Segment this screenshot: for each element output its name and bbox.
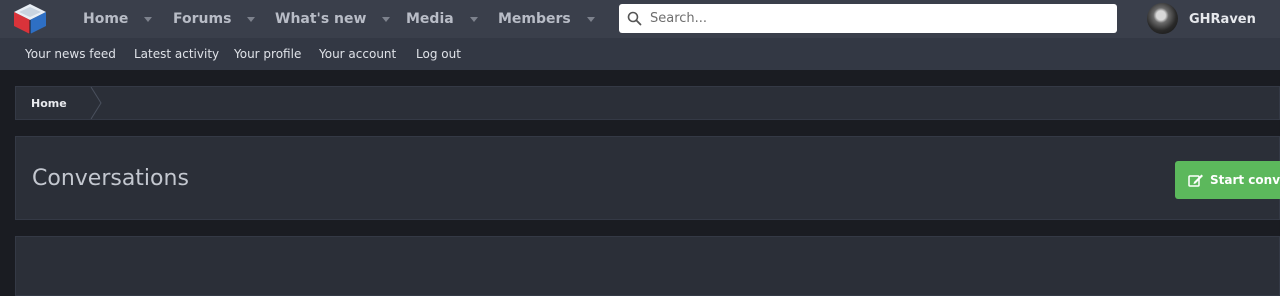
site-logo-icon[interactable] bbox=[12, 3, 48, 35]
nav-whats-new-label: What's new bbox=[275, 11, 367, 27]
conversation-list-panel bbox=[15, 236, 1280, 296]
nav-forums[interactable]: Forums bbox=[173, 0, 256, 38]
chevron-down-icon[interactable] bbox=[144, 16, 153, 22]
subnav-latest-activity[interactable]: Latest activity bbox=[134, 38, 219, 70]
chevron-down-icon[interactable] bbox=[586, 16, 595, 22]
nav-whats-new[interactable]: What's new bbox=[275, 0, 391, 38]
chevron-down-icon[interactable] bbox=[382, 16, 391, 22]
search-input[interactable] bbox=[648, 10, 1092, 27]
chevron-down-icon[interactable] bbox=[247, 16, 256, 22]
nav-media[interactable]: Media bbox=[406, 0, 478, 38]
subnav-news-feed[interactable]: Your news feed bbox=[25, 38, 116, 70]
start-conversation-label: Start conversation bbox=[1210, 173, 1280, 187]
nav-home[interactable]: Home bbox=[83, 0, 153, 38]
search-box[interactable] bbox=[619, 4, 1117, 33]
breadcrumb-home[interactable]: Home bbox=[31, 87, 67, 119]
start-conversation-button[interactable]: Start conversation bbox=[1175, 161, 1280, 199]
avatar[interactable] bbox=[1147, 3, 1178, 34]
page-title: Conversations bbox=[32, 165, 189, 191]
top-navigation: Home Forums What's new Media Members GHR… bbox=[0, 0, 1280, 38]
subnav-your-profile[interactable]: Your profile bbox=[234, 38, 301, 70]
search-icon bbox=[627, 11, 642, 26]
nav-members[interactable]: Members bbox=[498, 0, 595, 38]
subnav-log-out[interactable]: Log out bbox=[416, 38, 461, 70]
page-header: Conversations Start conversation bbox=[15, 136, 1280, 220]
username[interactable]: GHRaven bbox=[1189, 0, 1256, 38]
chevron-down-icon[interactable] bbox=[469, 16, 478, 22]
nav-forums-label: Forums bbox=[173, 11, 232, 27]
subnav-your-account[interactable]: Your account bbox=[319, 38, 396, 70]
nav-members-label: Members bbox=[498, 11, 571, 27]
sub-navigation: Your news feed Latest activity Your prof… bbox=[0, 38, 1280, 70]
edit-icon bbox=[1188, 174, 1203, 187]
nav-home-label: Home bbox=[83, 11, 129, 27]
breadcrumb-separator-icon bbox=[90, 87, 102, 119]
nav-media-label: Media bbox=[406, 11, 454, 27]
breadcrumb: Home bbox=[15, 86, 1280, 120]
